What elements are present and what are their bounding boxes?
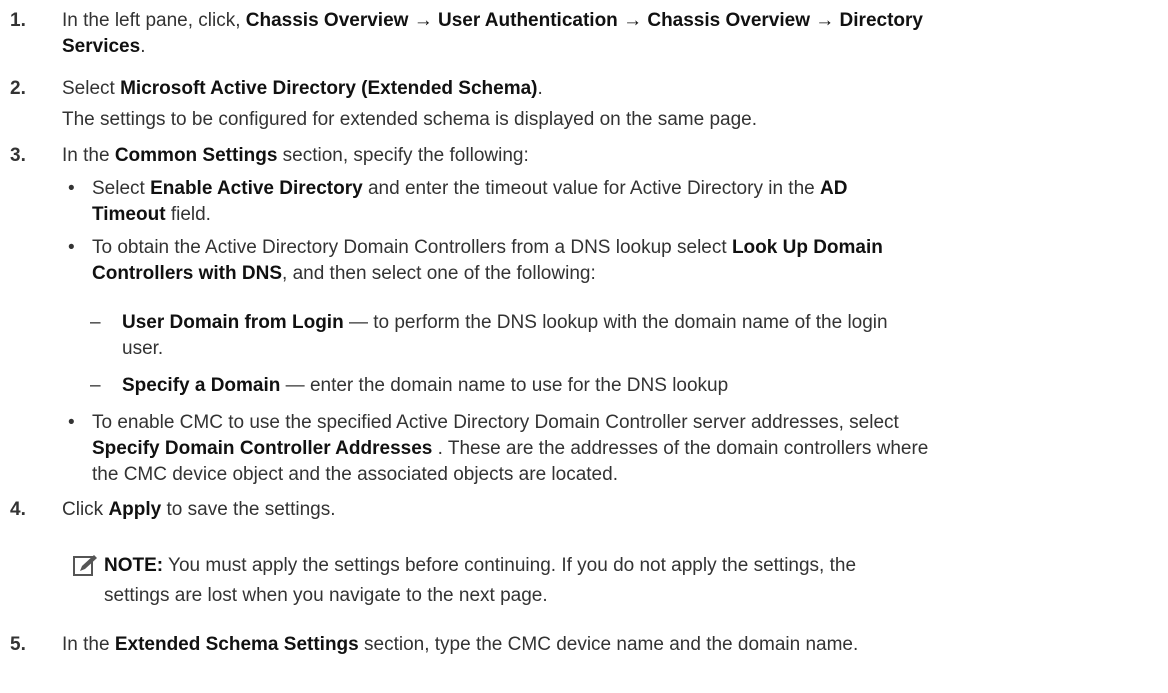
note-label: NOTE: bbox=[104, 555, 164, 576]
text-run: — enter the domain name to use for the D… bbox=[280, 375, 729, 396]
step-4: 4. Click Apply to save the settings. bbox=[10, 497, 1160, 523]
bullet-item: • To obtain the Active Directory Domain … bbox=[68, 235, 1158, 287]
text-run: section, specify the following: bbox=[277, 145, 529, 166]
step-1: 1. In the left pane, click, Chassis Over… bbox=[10, 8, 1160, 60]
step-text: Select Microsoft Active Directory (Exten… bbox=[62, 76, 1160, 102]
step-number: 1. bbox=[10, 10, 26, 31]
note-line-2: settings are lost when you navigate to t… bbox=[104, 585, 548, 606]
sub-option-item: – Specify a Domain — enter the domain na… bbox=[90, 373, 1150, 399]
sub-option-item: – User Domain from Login — to perform th… bbox=[90, 310, 1150, 362]
text-run: — to perform the DNS lookup with the dom… bbox=[343, 312, 888, 333]
bold-term: Controllers with DNS bbox=[92, 263, 283, 284]
step-number: 5. bbox=[10, 634, 26, 655]
text-run: . These are the addresses of the domain … bbox=[432, 438, 929, 459]
bold-term: Microsoft Active Directory (Extended Sch… bbox=[120, 78, 538, 99]
text-run: Click bbox=[62, 499, 109, 520]
bullet-text: Select Enable Active Directory and enter… bbox=[92, 176, 1158, 228]
bullet-mark: • bbox=[68, 237, 75, 258]
step-2: 2. Select Microsoft Active Directory (Ex… bbox=[10, 76, 1160, 130]
bullet-item: • To enable CMC to use the specified Act… bbox=[68, 410, 1158, 488]
text-run: and enter the timeout value for Active D… bbox=[362, 178, 820, 199]
step-text: In the Common Settings section, specify … bbox=[62, 143, 1160, 169]
step-3: 3. In the Common Settings section, speci… bbox=[10, 143, 1160, 169]
sub-option-text: Specify a Domain — enter the domain name… bbox=[122, 373, 1150, 399]
step-text: Click Apply to save the settings. bbox=[62, 497, 1160, 523]
note-text-cont: settings are lost when you navigate to t… bbox=[104, 583, 1160, 609]
bold-term: Specify a Domain bbox=[122, 375, 281, 396]
bold-term: Chassis Overview → User Authentication →… bbox=[245, 10, 923, 31]
document-page: 1. In the left pane, click, Chassis Over… bbox=[0, 0, 1168, 693]
step-text: In the Extended Schema Settings section,… bbox=[62, 632, 1160, 658]
bold-term: Enable Active Directory bbox=[150, 178, 363, 199]
note-text: NOTE: You must apply the settings before… bbox=[104, 553, 1160, 579]
bold-term: AD bbox=[820, 178, 848, 199]
bold-term: Specify Domain Controller Addresses bbox=[92, 438, 433, 459]
text-run: To enable CMC to use the specified Activ… bbox=[92, 412, 899, 433]
bullet-text: To obtain the Active Directory Domain Co… bbox=[92, 235, 1158, 287]
text-run: user. bbox=[122, 338, 164, 359]
bold-term: User Domain from Login bbox=[122, 312, 344, 333]
text-run: Select bbox=[92, 178, 151, 199]
text-run: In the bbox=[62, 634, 115, 655]
text-run: the CMC device object and the associated… bbox=[92, 464, 618, 485]
dash-mark: – bbox=[90, 312, 101, 333]
step-number: 2. bbox=[10, 78, 26, 99]
bold-term: Look Up Domain bbox=[731, 237, 883, 258]
bold-term: Common Settings bbox=[114, 145, 278, 166]
text-run: , and then select one of the following: bbox=[282, 263, 596, 284]
bold-term: Extended Schema Settings bbox=[114, 634, 359, 655]
bold-term: Timeout bbox=[92, 204, 166, 225]
step-number: 3. bbox=[10, 145, 26, 166]
step-number: 4. bbox=[10, 499, 26, 520]
bullet-mark: • bbox=[68, 412, 75, 433]
text-run: In the bbox=[62, 145, 115, 166]
text-run: In the left pane, click, bbox=[62, 10, 246, 31]
text-run: . bbox=[537, 78, 543, 99]
step-5: 5. In the Extended Schema Settings secti… bbox=[10, 632, 1160, 658]
text-run: field. bbox=[165, 204, 211, 225]
step-text: In the left pane, click, Chassis Overvie… bbox=[62, 8, 1160, 60]
step-subtext: The settings to be configured for extend… bbox=[62, 109, 757, 130]
bullet-item: • Select Enable Active Directory and ent… bbox=[68, 176, 1158, 228]
text-run: Select bbox=[62, 78, 121, 99]
dash-mark: – bbox=[90, 375, 101, 396]
bold-term: Apply bbox=[108, 499, 162, 520]
text-run: . bbox=[140, 36, 146, 57]
bullet-mark: • bbox=[68, 178, 75, 199]
text-run: to save the settings. bbox=[161, 499, 336, 520]
bullet-text: To enable CMC to use the specified Activ… bbox=[92, 410, 1158, 488]
pencil-note-icon bbox=[73, 555, 97, 576]
bold-term: Services bbox=[62, 36, 141, 57]
text-run: section, type the CMC device name and th… bbox=[358, 634, 859, 655]
note-block: NOTE: You must apply the settings before… bbox=[10, 553, 1160, 609]
sub-option-text: User Domain from Login — to perform the … bbox=[122, 310, 1150, 362]
text-run: To obtain the Active Directory Domain Co… bbox=[92, 237, 732, 258]
note-line-1: You must apply the settings before conti… bbox=[163, 555, 857, 576]
